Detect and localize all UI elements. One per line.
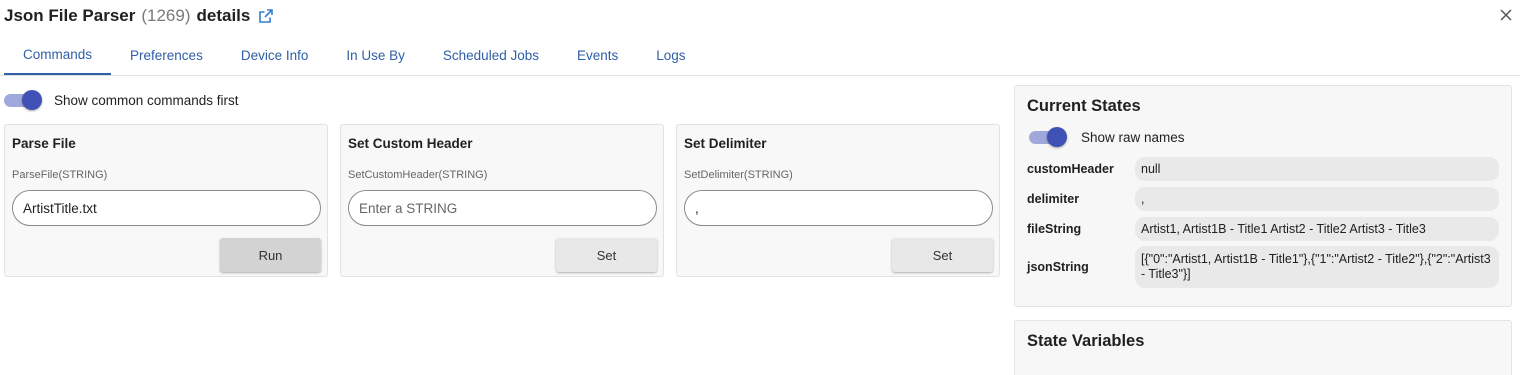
page-title: Json File Parser (1269) details <box>4 4 274 28</box>
raw-names-toggle[interactable] <box>1027 127 1067 147</box>
device-name: Json File Parser <box>4 6 136 25</box>
state-row-delimiter: delimiter , <box>1027 187 1499 211</box>
state-row-json-string: jsonString [{"0":"Artist1, Artist1B - Ti… <box>1027 246 1499 288</box>
tab-bar: Commands Preferences Device Info In Use … <box>4 36 705 76</box>
state-row-custom-header: customHeader null <box>1027 157 1499 181</box>
run-button[interactable]: Run <box>220 238 321 272</box>
command-signature: SetDelimiter(STRING) <box>684 169 793 181</box>
state-key: delimiter <box>1027 192 1080 206</box>
command-signature: SetCustomHeader(STRING) <box>348 169 488 181</box>
command-card-set-delimiter: Set Delimiter SetDelimiter(STRING) Set <box>676 124 1000 277</box>
set-delimiter-button[interactable]: Set <box>892 238 993 272</box>
state-variables-panel: State Variables <box>1014 320 1512 375</box>
raw-names-label: Show raw names <box>1081 129 1185 145</box>
tab-commands[interactable]: Commands <box>4 36 112 75</box>
state-variables-title: State Variables <box>1027 332 1145 350</box>
command-title: Set Custom Header <box>348 136 473 151</box>
external-link-icon[interactable] <box>258 8 274 24</box>
tab-events[interactable]: Events <box>558 36 637 75</box>
set-custom-header-button[interactable]: Set <box>556 238 657 272</box>
state-value: , <box>1135 187 1499 211</box>
tab-logs[interactable]: Logs <box>637 36 704 75</box>
state-value: Artist1, Artist1B - Title1 Artist2 - Tit… <box>1135 217 1499 241</box>
tab-device-info[interactable]: Device Info <box>222 36 328 75</box>
state-value: [{"0":"Artist1, Artist1B - Title1"},{"1"… <box>1135 246 1499 288</box>
raw-names-row: Show raw names <box>1027 126 1185 148</box>
parse-file-input[interactable] <box>12 190 321 226</box>
current-states-panel: Current States Show raw names customHead… <box>1014 85 1512 307</box>
command-card-set-custom-header: Set Custom Header SetCustomHeader(STRING… <box>340 124 664 277</box>
command-title: Parse File <box>12 136 76 151</box>
current-states-title: Current States <box>1027 97 1141 115</box>
state-key: jsonString <box>1027 260 1089 274</box>
common-commands-label: Show common commands first <box>54 92 239 108</box>
tab-in-use-by[interactable]: In Use By <box>327 36 424 75</box>
command-card-parse-file: Parse File ParseFile(STRING) Run <box>4 124 328 277</box>
command-title: Set Delimiter <box>684 136 767 151</box>
tab-scheduled-jobs[interactable]: Scheduled Jobs <box>424 36 558 75</box>
state-key: fileString <box>1027 222 1082 236</box>
title-details-word: details <box>196 6 251 25</box>
state-key: customHeader <box>1027 162 1114 176</box>
state-row-file-string: fileString Artist1, Artist1B - Title1 Ar… <box>1027 217 1499 241</box>
delimiter-input[interactable] <box>684 190 993 226</box>
state-value: null <box>1135 157 1499 181</box>
tab-preferences[interactable]: Preferences <box>111 36 222 75</box>
command-signature: ParseFile(STRING) <box>12 169 108 181</box>
common-commands-row: Show common commands first <box>2 90 239 110</box>
common-commands-toggle[interactable] <box>2 90 42 110</box>
device-id: (1269) <box>141 6 191 25</box>
close-icon[interactable] <box>1496 5 1516 25</box>
toggle-thumb <box>1047 127 1067 147</box>
custom-header-input[interactable] <box>348 190 657 226</box>
toggle-thumb <box>22 90 42 110</box>
